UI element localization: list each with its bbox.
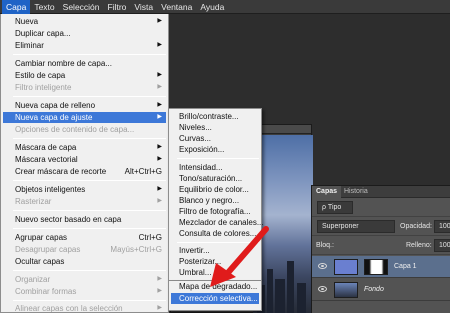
layer-thumbnail (334, 259, 358, 275)
submenu-arrow-icon: ▶ (157, 156, 162, 162)
submenu-item-tono-saturacion[interactable]: Tono/saturación... (171, 173, 259, 184)
red-pointer-arrow-icon (210, 226, 269, 287)
submenu-arrow-icon: ▶ (157, 288, 162, 294)
layer-thumbnail (334, 282, 358, 298)
menu-item-duplicar-capa[interactable]: Duplicar capa... (3, 28, 166, 39)
blend-row: Superponer Opacidad: 100 (312, 218, 450, 236)
submenu-item-equilibrio-de-color[interactable]: Equilibrio de color... (171, 184, 259, 195)
shortcut-label: Mayús+Ctrl+G (110, 245, 162, 254)
menu-item-agrupar-capas[interactable]: Agrupar capas Ctrl+G (3, 232, 166, 243)
fill-input[interactable]: 100 (434, 239, 450, 252)
layer-name: Capa 1 (394, 263, 417, 270)
submenu-item-correccion-selectiva[interactable]: Corrección selectiva... (171, 293, 259, 304)
menu-separator (13, 180, 166, 181)
layer-name: Fondo (364, 286, 384, 293)
submenu-arrow-icon: ▶ (157, 114, 162, 120)
submenu-item-exposicion[interactable]: Exposición... (171, 144, 259, 155)
lock-label: Bloq.: (316, 242, 334, 249)
submenu-arrow-icon: ▶ (157, 186, 162, 192)
menu-item-alinear-capas: Alinear capas con la selección ▶ (15, 304, 162, 313)
menu-item-nueva[interactable]: Nueva ▶ (3, 16, 166, 27)
menu-item-organizar: Organizar ▶ (15, 275, 162, 284)
tab-historia[interactable]: Historia (340, 186, 372, 198)
layer-row[interactable]: Fondo (312, 279, 450, 301)
visibility-eye-icon[interactable] (318, 263, 327, 269)
layer-mask-thumbnail[interactable] (364, 259, 388, 275)
submenu-item-blanco-y-negro[interactable]: Blanco y negro... (171, 195, 259, 206)
menu-bar: Capa Texto Selección Filtro Vista Ventan… (0, 0, 450, 14)
menu-texto[interactable]: Texto (30, 0, 58, 14)
blend-mode-select[interactable]: Superponer (317, 220, 395, 233)
submenu-arrow-icon: ▶ (157, 305, 162, 311)
submenu-arrow-icon: ▶ (157, 72, 162, 78)
menu-item-estilo-de-capa[interactable]: Estilo de capa ▶ (3, 70, 166, 81)
menu-seleccion[interactable]: Selección (59, 0, 104, 14)
shortcut-label: Ctrl+G (138, 233, 162, 242)
submenu-arrow-icon: ▶ (157, 18, 162, 24)
visibility-eye-icon[interactable] (318, 286, 327, 292)
menu-separator (13, 210, 166, 211)
filter-row: ρ Tipo (312, 199, 450, 217)
fill-label: Relleno: (406, 242, 432, 249)
submenu-item-brillo-contraste[interactable]: Brillo/contraste... (171, 111, 259, 122)
menu-separator (177, 158, 259, 159)
capa-menu: Nueva ▶ Duplicar capa... Eliminar ▶ Cambia… (0, 14, 169, 313)
menu-item-eliminar[interactable]: Eliminar ▶ (3, 40, 166, 51)
menu-separator (13, 300, 166, 301)
submenu-arrow-icon: ▶ (157, 84, 162, 90)
submenu-item-curvas[interactable]: Curvas... (171, 133, 259, 144)
submenu-arrow-icon: ▶ (157, 144, 162, 150)
submenu-arrow-icon: ▶ (157, 198, 162, 204)
menu-filtro[interactable]: Filtro (104, 0, 131, 14)
layer-row[interactable]: Capa 1 (312, 256, 450, 278)
menu-separator (13, 270, 166, 271)
tab-capas[interactable]: Capas (312, 186, 342, 198)
menu-separator (13, 228, 166, 229)
menu-ayuda[interactable]: Ayuda (196, 0, 228, 14)
menu-ventana[interactable]: Ventana (157, 0, 196, 14)
menu-item-objetos-inteligentes[interactable]: Objetos inteligentes ▶ (3, 184, 166, 195)
menu-item-filtro-inteligente: Filtro inteligente ▶ (15, 83, 162, 92)
menu-separator (13, 54, 166, 55)
panel-tabs: Capas Historia (312, 186, 450, 198)
opacity-input[interactable]: 100 (434, 220, 450, 233)
menu-item-combinar-formas: Combinar formas ▶ (15, 287, 162, 296)
menu-separator (13, 96, 166, 97)
opacity-label: Opacidad: (400, 223, 432, 230)
menu-item-ocultar-capas[interactable]: Ocultar capas (3, 256, 166, 267)
menu-item-cambiar-nombre[interactable]: Cambiar nombre de capa... (3, 58, 166, 69)
menu-vista[interactable]: Vista (130, 0, 157, 14)
lock-row: Bloq.: Relleno: 100 (312, 237, 450, 255)
submenu-arrow-icon: ▶ (157, 102, 162, 108)
submenu-item-filtro-de-fotografia[interactable]: Filtro de fotografía... (171, 206, 259, 217)
menu-item-crear-mascara-de-recorte[interactable]: Crear máscara de recorte Alt+Ctrl+G (3, 166, 166, 177)
submenu-item-intensidad[interactable]: Intensidad... (171, 162, 259, 173)
menu-item-nueva-capa-de-relleno[interactable]: Nueva capa de relleno ▶ (3, 100, 166, 111)
menu-separator (13, 138, 166, 139)
menu-item-rasterizar: Rasterizar ▶ (15, 197, 162, 206)
submenu-arrow-icon: ▶ (157, 42, 162, 48)
menu-item-mascara-vectorial[interactable]: Máscara vectorial ▶ (3, 154, 166, 165)
menu-item-opciones-de-contenido: Opciones de contenido de capa... (15, 125, 135, 134)
layers-panel: Capas Historia ρ Tipo Superponer Opacida… (311, 185, 450, 313)
shortcut-label: Alt+Ctrl+G (124, 167, 162, 176)
menu-item-nueva-capa-de-ajuste[interactable]: Nueva capa de ajuste ▶ (3, 112, 166, 123)
menu-item-nuevo-sector[interactable]: Nuevo sector basado en capa (3, 214, 166, 225)
submenu-arrow-icon: ▶ (157, 276, 162, 282)
submenu-item-niveles[interactable]: Niveles... (171, 122, 259, 133)
filter-kind-select[interactable]: ρ Tipo (317, 201, 353, 214)
menu-capa[interactable]: Capa (2, 0, 31, 14)
menu-item-mascara-de-capa[interactable]: Máscara de capa ▶ (3, 142, 166, 153)
menu-item-desagrupar-capas: Desagrupar capas Mayús+Ctrl+G (15, 245, 162, 254)
